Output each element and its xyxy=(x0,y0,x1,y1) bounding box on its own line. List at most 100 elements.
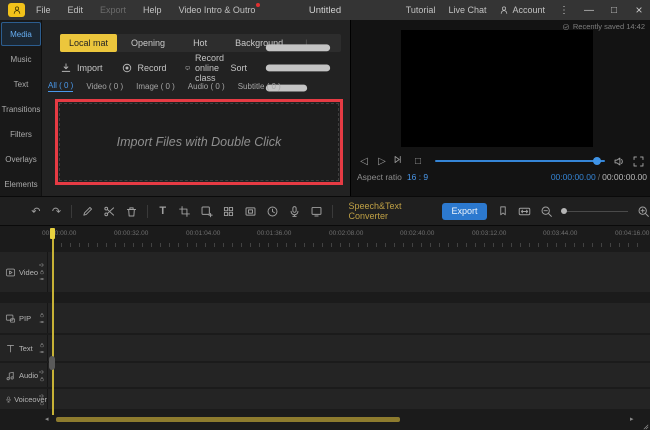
mute-toggle-icon[interactable] xyxy=(39,369,45,375)
edit-button[interactable] xyxy=(81,205,94,218)
playhead-handle[interactable] xyxy=(50,228,55,239)
tutorial-link[interactable]: Tutorial xyxy=(406,5,436,15)
track-header-audio[interactable]: Audio xyxy=(0,363,48,387)
sidebar-item-overlays[interactable]: Overlays xyxy=(1,147,41,171)
speech-text-converter-button[interactable]: Speech&Text Converter xyxy=(348,201,427,221)
filter-video[interactable]: Video ( 0 ) xyxy=(86,82,123,91)
record-button[interactable]: Record xyxy=(121,62,167,74)
filter-subtitle[interactable]: Subtitle ( 0 ) xyxy=(238,82,281,91)
seek-slider[interactable] xyxy=(435,153,605,169)
previous-frame-button[interactable]: ◁ xyxy=(355,156,373,167)
ruler-label: 00:02:08.00 xyxy=(329,230,364,237)
track-lane-text[interactable] xyxy=(49,335,650,361)
voiceover-button[interactable] xyxy=(288,205,301,218)
visibility-toggle-icon[interactable] xyxy=(39,349,45,355)
record-screen-button[interactable] xyxy=(310,205,323,218)
mute-toggle-icon[interactable] xyxy=(39,393,45,399)
resize-grip-icon[interactable] xyxy=(641,422,649,430)
menu-help[interactable]: Help xyxy=(143,5,162,15)
playhead[interactable] xyxy=(52,228,54,415)
close-button[interactable]: × xyxy=(633,3,645,17)
play-button[interactable]: ▷ xyxy=(373,156,391,167)
marker-button[interactable] xyxy=(497,205,509,218)
tab-hot[interactable]: Hot xyxy=(179,34,221,52)
visibility-toggle-icon[interactable] xyxy=(39,319,45,325)
app-logo-icon[interactable] xyxy=(8,3,25,17)
sidebar-item-music[interactable]: Music xyxy=(1,47,41,71)
filter-all[interactable]: All ( 0 ) xyxy=(48,81,74,92)
track-header-voiceover[interactable]: Voiceover xyxy=(0,389,48,409)
volume-icon[interactable] xyxy=(613,155,626,168)
mosaic-button[interactable] xyxy=(222,205,235,218)
playhead-grip[interactable] xyxy=(49,356,55,370)
maximize-button[interactable]: □ xyxy=(608,5,620,16)
filter-audio[interactable]: Audio ( 0 ) xyxy=(188,82,225,91)
track-lane-pip[interactable] xyxy=(49,303,650,333)
zoom-in-button[interactable] xyxy=(637,205,650,218)
lock-toggle-icon[interactable] xyxy=(39,376,45,382)
track-header-pip[interactable]: PIP xyxy=(0,303,48,333)
track-header-text[interactable]: Text xyxy=(0,335,48,361)
ruler-label: 00:01:04.00 xyxy=(186,230,221,237)
stop-button[interactable]: □ xyxy=(409,156,427,167)
lock-toggle-icon[interactable] xyxy=(39,400,45,406)
video-preview[interactable] xyxy=(401,30,593,147)
more-menu-button[interactable]: ⋮ xyxy=(558,5,570,16)
speed-button[interactable] xyxy=(266,205,279,218)
menu-file[interactable]: File xyxy=(36,5,51,15)
zoom-out-button[interactable] xyxy=(540,205,553,218)
sidebar-item-elements[interactable]: Elements xyxy=(1,172,41,196)
horizontal-scrollbar[interactable] xyxy=(56,417,400,422)
lock-toggle-icon[interactable] xyxy=(39,312,45,318)
account-button[interactable]: Account xyxy=(499,5,545,15)
pan-zoom-button[interactable] xyxy=(200,205,213,218)
lock-toggle-icon[interactable] xyxy=(39,342,45,348)
filter-image[interactable]: Image ( 0 ) xyxy=(136,82,175,91)
fit-timeline-button[interactable] xyxy=(518,205,531,218)
menu-edit[interactable]: Edit xyxy=(68,5,84,15)
add-text-button[interactable]: T xyxy=(157,204,169,218)
import-button[interactable]: Import xyxy=(60,62,103,74)
export-button[interactable]: Export xyxy=(441,202,488,220)
tab-local-material[interactable]: Local mat xyxy=(60,34,118,52)
timeline-zoom-slider[interactable] xyxy=(561,205,628,217)
fullscreen-icon[interactable] xyxy=(632,155,645,168)
minimize-button[interactable]: — xyxy=(583,5,595,16)
tab-opening[interactable]: Opening xyxy=(117,34,179,52)
crop-button[interactable] xyxy=(178,205,191,218)
seek-knob[interactable] xyxy=(593,157,601,165)
delete-button[interactable] xyxy=(125,205,138,218)
track-lane-audio[interactable] xyxy=(49,363,650,387)
next-frame-button[interactable] xyxy=(391,154,409,168)
sidebar-item-transitions[interactable]: Transitions xyxy=(1,97,41,121)
aspect-ratio-label: Aspect ratio xyxy=(357,172,402,182)
visibility-toggle-icon[interactable] xyxy=(39,276,45,282)
fit-timeline-icon xyxy=(518,205,531,218)
sidebar-item-media[interactable]: Media xyxy=(1,22,41,46)
track-lane-video[interactable] xyxy=(49,252,650,292)
preview-info: Aspect ratio 16 : 9 00:00:00.00/00:00:00… xyxy=(357,172,647,182)
aspect-ratio-value[interactable]: 16 : 9 xyxy=(407,172,428,182)
menu-video-intro-outro[interactable]: Video Intro & Outro xyxy=(179,3,261,15)
dropzone-hint: Import Files with Double Click xyxy=(116,135,282,149)
scroll-right-arrow[interactable]: ▸ xyxy=(630,415,634,423)
sidebar-item-filters[interactable]: Filters xyxy=(1,122,41,146)
scroll-left-arrow[interactable]: ◂ xyxy=(45,415,49,423)
track-lane-voiceover[interactable] xyxy=(49,389,650,409)
lock-toggle-icon[interactable] xyxy=(39,269,45,275)
track-header-video[interactable]: Video xyxy=(0,252,48,292)
undo-button[interactable]: ↶ xyxy=(30,204,42,218)
redo-button[interactable]: ↷ xyxy=(51,204,63,218)
split-button[interactable] xyxy=(103,205,116,218)
record-online-class-button[interactable]: Record online class xyxy=(185,53,231,83)
track-label: Video xyxy=(19,267,39,277)
live-chat-link[interactable]: Live Chat xyxy=(448,5,486,15)
mute-toggle-icon[interactable] xyxy=(39,262,45,268)
sidebar-item-text[interactable]: Text xyxy=(1,72,41,96)
zoom-slider-knob[interactable] xyxy=(561,208,568,214)
timeline-toolbar: ↶ ↷ T Speech&Text Converter Export xyxy=(0,196,650,226)
freeze-frame-button[interactable] xyxy=(244,205,257,218)
track-video: Video xyxy=(0,252,650,292)
menu-export[interactable]: Export xyxy=(100,5,126,15)
import-dropzone[interactable]: Import Files with Double Click xyxy=(59,103,339,181)
